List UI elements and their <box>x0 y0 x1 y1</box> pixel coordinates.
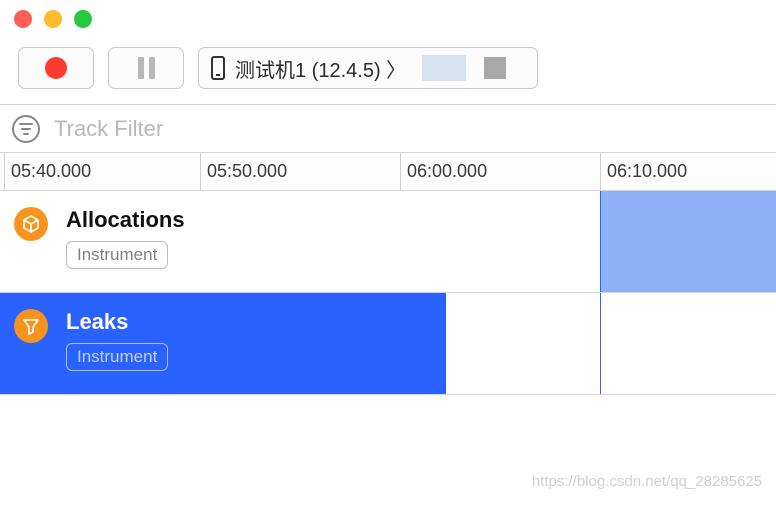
record-button[interactable] <box>18 47 94 89</box>
instrument-tag[interactable]: Instrument <box>66 241 168 269</box>
pause-icon <box>138 57 155 79</box>
track-header: Allocations Instrument All Heap &… <box>0 191 446 292</box>
thumbnail <box>422 55 466 81</box>
minimize-icon[interactable] <box>44 10 62 28</box>
track-row-leaks[interactable]: Leaks Instrument Leak Checks <box>0 293 776 395</box>
maximize-icon[interactable] <box>74 10 92 28</box>
track-lane[interactable] <box>446 191 776 292</box>
track-title: Allocations <box>66 207 436 233</box>
box-icon <box>14 207 48 241</box>
instrument-tag[interactable]: Instrument <box>66 343 168 371</box>
pause-button[interactable] <box>108 47 184 89</box>
titlebar <box>0 0 776 38</box>
ruler-tick: 05:40.000 <box>4 153 91 190</box>
device-selector[interactable]: 测试机1 (12.4.5) 〉 <box>198 47 538 89</box>
toolbar: 测试机1 (12.4.5) 〉 <box>0 38 776 98</box>
thumbnail-small <box>484 57 506 79</box>
track-header: Leaks Instrument Leak Checks <box>0 293 446 394</box>
selection-range <box>600 191 776 292</box>
close-icon[interactable] <box>14 10 32 28</box>
playhead[interactable] <box>600 293 601 394</box>
track-lane[interactable] <box>446 293 776 394</box>
ruler-tick: 06:00.000 <box>400 153 487 190</box>
filter-row <box>0 105 776 153</box>
ruler-tick: 05:50.000 <box>200 153 287 190</box>
playhead[interactable] <box>600 191 601 292</box>
funnel-icon <box>14 309 48 343</box>
filter-icon[interactable] <box>12 115 40 143</box>
ruler-tick: 06:10.000 <box>600 153 687 190</box>
window-controls <box>14 10 92 28</box>
time-ruler[interactable]: 05:40.000 05:50.000 06:00.000 06:10.000 <box>0 153 776 191</box>
track-title: Leaks <box>66 309 436 335</box>
track-row-allocations[interactable]: Allocations Instrument All Heap &… <box>0 191 776 293</box>
phone-icon <box>211 56 225 80</box>
track-filter-input[interactable] <box>54 116 764 142</box>
record-icon <box>45 57 67 79</box>
device-label: 测试机1 (12.4.5) 〉 <box>235 54 406 83</box>
watermark: https://blog.csdn.net/qq_28285625 <box>532 473 762 490</box>
